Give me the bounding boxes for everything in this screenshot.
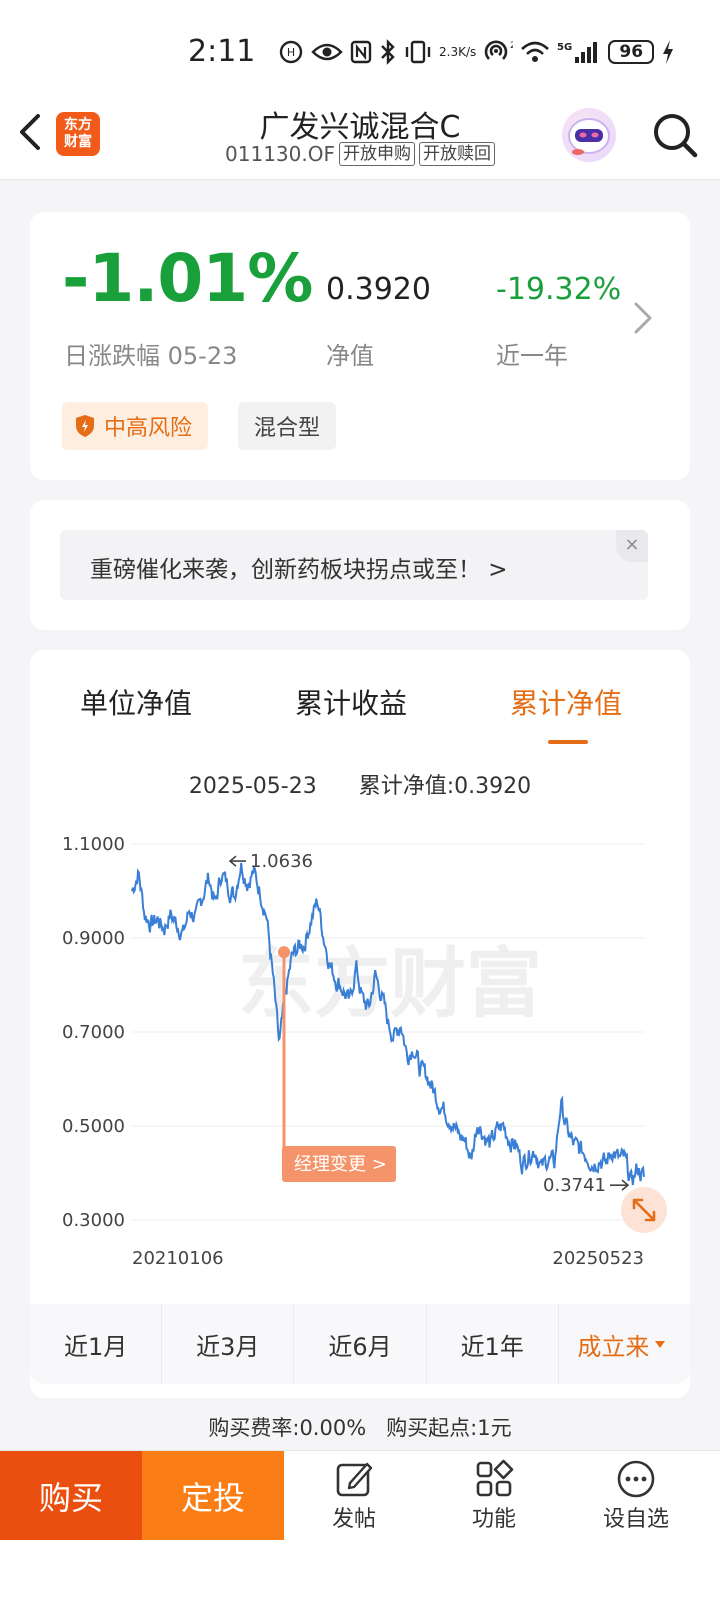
hotspot-icon: 2 bbox=[483, 39, 513, 65]
range-1-year[interactable]: 近1年 bbox=[427, 1304, 559, 1384]
y-tick-label: 0.3000 bbox=[62, 1210, 125, 1231]
y-axis-labels: 1.1000 0.9000 0.7000 0.5000 0.3000 bbox=[62, 834, 125, 1231]
max-value-label: 1.0636 bbox=[250, 851, 313, 872]
redeem-status-tag: 开放赎回 bbox=[418, 142, 495, 166]
range-1-month[interactable]: 近1月 bbox=[30, 1304, 163, 1384]
series-line bbox=[131, 862, 645, 1186]
min-value-arrow bbox=[610, 1179, 630, 1191]
nav-label: 净值 bbox=[326, 342, 374, 370]
fund-summary-card[interactable]: -1.01% 日涨跌幅 05-23 0.3920 净值 -19.32% 近一年 … bbox=[30, 212, 690, 480]
range-since-inception-label: 成立来 bbox=[577, 1332, 650, 1361]
add-watchlist-label: 设自选 bbox=[602, 1507, 669, 1532]
active-tab-indicator bbox=[548, 740, 588, 744]
hd-call-icon: H bbox=[278, 39, 304, 65]
speed-value: 2.3 bbox=[439, 45, 459, 59]
manager-change-dot bbox=[278, 946, 290, 959]
y-tick-label: 1.1000 bbox=[62, 834, 125, 855]
cellular-signal-icon: 5G bbox=[557, 39, 601, 65]
bluetooth-icon bbox=[379, 39, 397, 65]
eye-icon bbox=[311, 41, 343, 63]
grid-icon bbox=[476, 1459, 514, 1497]
risk-level-tag[interactable]: 中高风险 bbox=[62, 402, 209, 450]
svg-text:5G: 5G bbox=[557, 42, 572, 53]
fund-code: 011130.OF bbox=[225, 142, 335, 166]
daily-change-label: 日涨跌幅 05-23 bbox=[64, 342, 238, 370]
range-since-inception[interactable]: 成立来 bbox=[559, 1304, 690, 1384]
home-indicator bbox=[0, 1540, 720, 1600]
status-icons: H 2.3 K/s 2 5G 96 bbox=[278, 36, 675, 68]
daily-change-value: -1.01% bbox=[62, 240, 313, 317]
shield-icon bbox=[76, 415, 94, 437]
year-change-label: 近一年 bbox=[496, 342, 568, 370]
network-speed: 2.3 K/s bbox=[439, 46, 476, 58]
svg-text:H: H bbox=[287, 46, 295, 59]
fund-type-tag[interactable]: 混合型 bbox=[238, 402, 337, 450]
expand-chart-button[interactable] bbox=[621, 1187, 667, 1233]
promo-text: 重磅催化来袭，创新药板块拐点或至！ > bbox=[90, 557, 508, 583]
manager-change-tag-label: 经理变更 > bbox=[294, 1154, 387, 1175]
battery-icon: 96 bbox=[608, 40, 655, 64]
status-time: 2:11 bbox=[188, 34, 256, 69]
chevron-right-icon[interactable] bbox=[628, 298, 656, 338]
nav-chart-card: 单位净值 累计收益 累计净值 2025-05-23 累计净值:0.3920 1.… bbox=[30, 650, 690, 1398]
speed-unit: K/s bbox=[458, 45, 477, 59]
max-value-arrow bbox=[228, 855, 246, 867]
x-axis-start-label: 20210106 bbox=[132, 1248, 224, 1269]
x-axis-end-label: 20250523 bbox=[552, 1248, 644, 1269]
tab-unit-nav[interactable]: 单位净值 bbox=[80, 682, 192, 722]
nfc-icon bbox=[350, 40, 372, 64]
chart-tabs: 单位净值 累计收益 累计净值 bbox=[30, 670, 690, 750]
chart-crosshair-info: 2025-05-23 累计净值:0.3920 bbox=[30, 768, 690, 800]
fund-type-label: 混合型 bbox=[254, 416, 321, 441]
risk-level-label: 中高风险 bbox=[104, 416, 193, 441]
close-icon[interactable]: × bbox=[616, 530, 648, 562]
y-tick-label: 0.7000 bbox=[62, 1022, 125, 1043]
range-3-months[interactable]: 近3月 bbox=[162, 1304, 295, 1384]
y-tick-label: 0.9000 bbox=[62, 928, 125, 949]
function-button[interactable]: 功能 bbox=[424, 1455, 564, 1541]
min-value-label: 0.3741 bbox=[543, 1175, 606, 1196]
purchase-status-tag: 开放申购 bbox=[338, 142, 415, 166]
post-button[interactable]: 发帖 bbox=[284, 1455, 424, 1541]
auto-invest-button[interactable]: 定投 bbox=[142, 1451, 284, 1541]
post-label: 发帖 bbox=[331, 1507, 376, 1532]
caret-down-icon bbox=[655, 1341, 666, 1348]
year-change-value: -19.32% bbox=[496, 272, 622, 307]
chart-info-value: 累计净值:0.3920 bbox=[358, 774, 532, 799]
charging-icon bbox=[661, 39, 675, 65]
buy-button[interactable]: 购买 bbox=[0, 1451, 142, 1541]
fee-info: 购买费率:0.00% 购买起点:1元 bbox=[208, 1416, 512, 1440]
svg-text:2: 2 bbox=[510, 41, 513, 51]
edit-icon bbox=[336, 1462, 373, 1497]
function-label: 功能 bbox=[471, 1507, 516, 1532]
search-button[interactable] bbox=[650, 110, 700, 160]
promo-card: 重磅催化来袭，创新药板块拐点或至！ > × bbox=[30, 500, 690, 630]
robot-assistant-icon[interactable] bbox=[562, 108, 616, 162]
promo-banner[interactable]: 重磅催化来袭，创新药板块拐点或至！ > × bbox=[60, 530, 648, 600]
add-watchlist-button[interactable]: 设自选 bbox=[566, 1455, 706, 1541]
tab-cumulative-nav[interactable]: 累计净值 bbox=[510, 682, 622, 722]
chart-info-date: 2025-05-23 bbox=[188, 774, 317, 799]
nav-value: 0.3920 bbox=[326, 272, 431, 307]
y-tick-label: 0.5000 bbox=[62, 1116, 125, 1137]
wifi-icon bbox=[520, 40, 550, 64]
nav-line-chart[interactable]: 1.10000.90000.70000.50000.3000 东方财富 经理变更… bbox=[30, 820, 690, 1300]
tab-cumulative-return[interactable]: 累计收益 bbox=[295, 682, 407, 722]
manager-change-tag[interactable]: 经理变更 > bbox=[282, 1146, 396, 1182]
fund-header: 东方 财富 广发兴诚混合C 011130.OF 开放申购 开放赎回 bbox=[0, 96, 720, 180]
range-6-months[interactable]: 近6月 bbox=[294, 1304, 427, 1384]
more-icon bbox=[617, 1460, 655, 1498]
search-icon bbox=[654, 114, 698, 158]
time-range-selector: 近1月 近3月 近6月 近1年 成立来 bbox=[30, 1304, 690, 1384]
status-bar: 2:11 H 2.3 K/s 2 5G 96 bbox=[0, 0, 720, 96]
vibrate-icon bbox=[404, 40, 432, 64]
